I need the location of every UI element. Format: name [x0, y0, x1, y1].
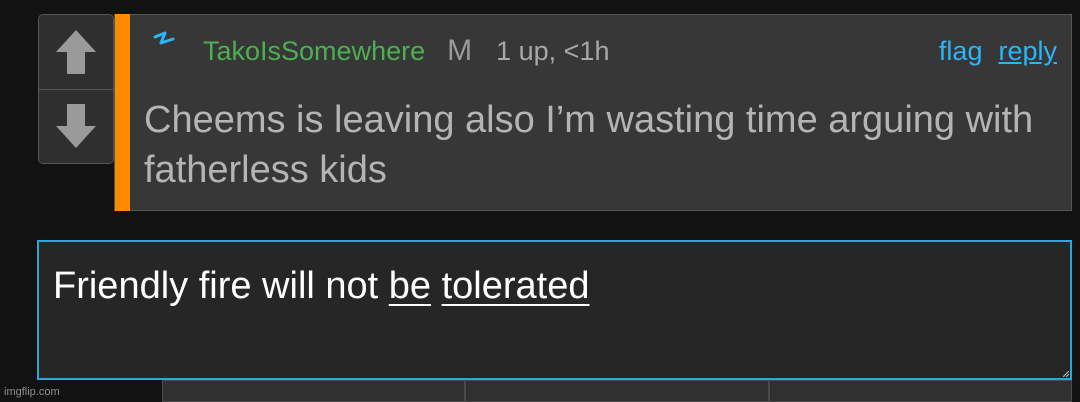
down-arrow-icon: [56, 104, 96, 148]
comment-text: Cheems is leaving also I’m wasting time …: [144, 99, 1034, 191]
lightning-icon: [153, 31, 175, 45]
reply-link[interactable]: reply: [998, 36, 1057, 67]
reply-toolbar: [162, 380, 1072, 402]
mod-badge: M: [447, 34, 473, 67]
comment-accent-bar: [115, 14, 130, 211]
watermark: imgflip.com: [4, 386, 60, 398]
page: TakoIsSomewhere M 1 up, <1h flag reply C…: [0, 0, 1080, 402]
flag-link[interactable]: flag: [939, 36, 983, 67]
comment-meta: TakoIsSomewhere M 1 up, <1h flag reply: [149, 31, 1057, 71]
reply-text: Friendly fire will not be tolerated: [53, 264, 590, 308]
comment-card: TakoIsSomewhere M 1 up, <1h flag reply C…: [114, 14, 1072, 211]
reply-text-underlined-tolerated: tolerated: [441, 265, 590, 307]
reply-text-plain: Friendly fire will not: [53, 265, 389, 307]
vote-box: [38, 14, 114, 164]
toolbar-button[interactable]: [465, 380, 769, 402]
upvote-button[interactable]: [39, 15, 113, 90]
username-link[interactable]: TakoIsSomewhere: [203, 36, 425, 67]
toolbar-button[interactable]: [162, 380, 466, 402]
resize-grip-icon[interactable]: [1063, 371, 1069, 377]
up-arrow-icon: [56, 30, 96, 74]
downvote-button[interactable]: [39, 89, 113, 163]
reply-text-space: [431, 265, 442, 307]
reply-textarea[interactable]: Friendly fire will not be tolerated: [37, 240, 1072, 380]
reply-text-underlined-be: be: [388, 265, 432, 307]
toolbar-button[interactable]: [768, 380, 1072, 402]
comment-score: 1 up, <1h: [496, 35, 610, 66]
